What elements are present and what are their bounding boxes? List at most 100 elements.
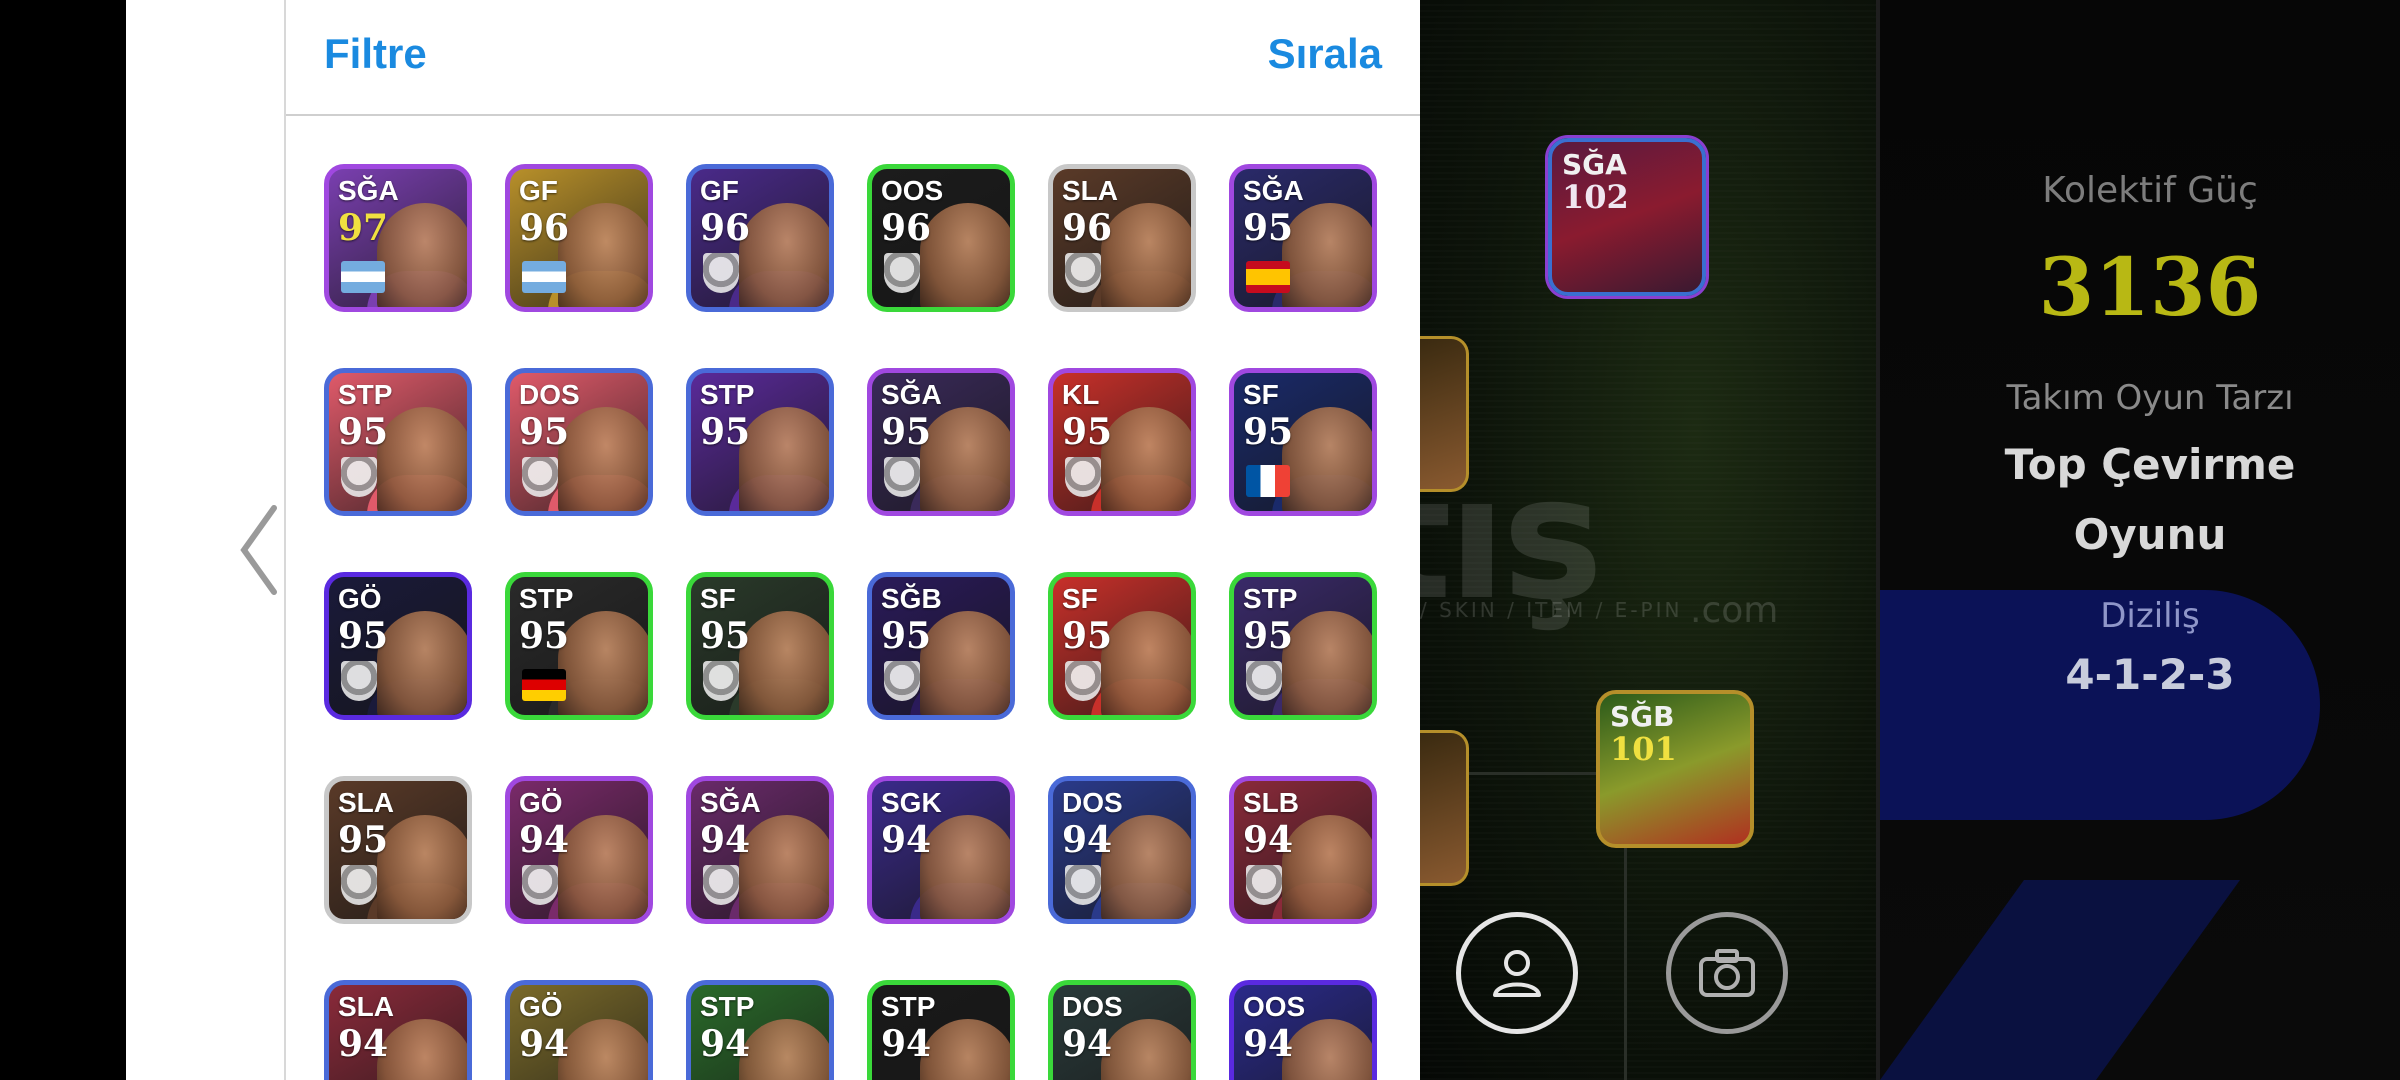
player-card[interactable]: STP 95: [505, 572, 653, 720]
player-rating: 95: [338, 615, 389, 657]
player-portrait: [558, 203, 648, 307]
player-card[interactable]: SF 95: [1229, 368, 1377, 516]
player-portrait: [1101, 203, 1191, 307]
club-crest-icon: [341, 661, 377, 701]
player-rating: 95: [1062, 411, 1113, 453]
player-card-grid: SĞA 97 GF 96 GF 96 OOS 96 SLA 96 SĞA 95 STP 95 DOS 95 ST…: [324, 164, 1394, 1080]
player-portrait: [920, 611, 1010, 715]
player-rating: 94: [519, 819, 570, 861]
player-card[interactable]: SĞA 95: [867, 368, 1015, 516]
player-card[interactable]: GF 96: [686, 164, 834, 312]
player-position: SĞA: [1562, 148, 1627, 181]
player-rating: 95: [519, 615, 570, 657]
formation-value[interactable]: 4-1-2-3: [1880, 650, 2400, 699]
club-crest-icon: [884, 253, 920, 293]
player-position: SGK: [881, 787, 942, 818]
camera-button[interactable]: [1666, 912, 1788, 1034]
player-rating: 95: [338, 819, 389, 861]
player-position: STP: [700, 991, 755, 1022]
player-card[interactable]: STP 95: [324, 368, 472, 516]
player-rating: 96: [700, 207, 751, 249]
field-player-card-partial[interactable]: [1418, 336, 1469, 492]
player-card[interactable]: STP 95: [1229, 572, 1377, 720]
player-position: SĞA: [881, 379, 942, 410]
player-position: SĞA: [1243, 175, 1304, 206]
player-rating: 95: [881, 615, 932, 657]
player-position: SLA: [1062, 175, 1118, 206]
player-position: GF: [700, 175, 739, 206]
chevron-left-icon: [240, 505, 277, 595]
player-portrait: [1101, 815, 1191, 919]
player-card[interactable]: OOS 96: [867, 164, 1015, 312]
player-card[interactable]: GÖ 94: [505, 980, 653, 1080]
player-card[interactable]: SLA 94: [324, 980, 472, 1080]
player-portrait: [1101, 1019, 1191, 1080]
collective-power-label: Kolektif Güç: [2042, 170, 2258, 211]
player-card[interactable]: SĞB 95: [867, 572, 1015, 720]
player-portrait: [377, 611, 467, 715]
player-card[interactable]: STP 94: [867, 980, 1015, 1080]
player-card[interactable]: OOS 94: [1229, 980, 1377, 1080]
player-rating: 94: [881, 1023, 932, 1065]
player-rating: 95: [1243, 411, 1294, 453]
player-rating: 95: [338, 411, 389, 453]
player-rating: 97: [338, 207, 389, 249]
player-card[interactable]: SĞA 94: [686, 776, 834, 924]
flag-argentina-icon: [522, 261, 566, 293]
team-style-value[interactable]: Top Çevirme Oyunu: [1880, 430, 2400, 570]
team-style-value-line: Oyunu: [2073, 510, 2227, 559]
player-position: SĞA: [700, 787, 761, 818]
flag-germany-icon: [522, 669, 566, 701]
player-card[interactable]: DOS 94: [1048, 776, 1196, 924]
player-card[interactable]: SĞA 97: [324, 164, 472, 312]
player-portrait: [377, 1019, 467, 1080]
club-crest-icon: [341, 865, 377, 905]
player-position: KL: [1062, 379, 1100, 410]
player-portrait: [1282, 203, 1372, 307]
player-card[interactable]: STP 95: [686, 368, 834, 516]
player-card[interactable]: STP 94: [686, 980, 834, 1080]
player-card[interactable]: SF 95: [686, 572, 834, 720]
flag-france-icon: [1246, 465, 1290, 497]
field-player-card[interactable]: SĞA 102: [1548, 138, 1706, 296]
filter-button[interactable]: Filtre: [324, 30, 427, 78]
field-player-card[interactable]: SĞB 101: [1596, 690, 1754, 848]
player-rating: 94: [881, 819, 932, 861]
player-portrait: [1282, 1019, 1372, 1080]
player-card[interactable]: SLB 94: [1229, 776, 1377, 924]
player-card[interactable]: SF 95: [1048, 572, 1196, 720]
player-card[interactable]: GÖ 94: [505, 776, 653, 924]
player-position: SĞA: [338, 175, 399, 206]
player-portrait: [1282, 407, 1372, 511]
sort-button[interactable]: Sırala: [1268, 30, 1382, 78]
player-position: SF: [1062, 583, 1098, 614]
player-position: SĞB: [881, 583, 942, 614]
player-card[interactable]: SĞA 95: [1229, 164, 1377, 312]
player-position: SLB: [1243, 787, 1299, 818]
club-crest-icon: [1065, 661, 1101, 701]
player-position: SF: [1243, 379, 1279, 410]
player-profile-button[interactable]: [1456, 912, 1578, 1034]
player-rating: 95: [881, 411, 932, 453]
player-card[interactable]: DOS 95: [505, 368, 653, 516]
club-crest-icon: [703, 253, 739, 293]
previous-page-button[interactable]: [228, 500, 288, 600]
flag-argentina-icon: [341, 261, 385, 293]
player-selection-sheet: Filtre Sırala SĞA 97 GF 96 GF 96 OOS 96 SLA 96 SĞA…: [284, 0, 1420, 1080]
watermark-subtext: / SKIN / ITEM / E-PIN: [1420, 598, 1683, 622]
field-player-card-partial[interactable]: [1418, 730, 1469, 886]
player-card[interactable]: KL 95: [1048, 368, 1196, 516]
player-portrait: [739, 203, 829, 307]
player-card[interactable]: GF 96: [505, 164, 653, 312]
player-card[interactable]: GÖ 95: [324, 572, 472, 720]
player-rating: 95: [1243, 615, 1294, 657]
player-card[interactable]: DOS 94: [1048, 980, 1196, 1080]
club-crest-icon: [703, 661, 739, 701]
player-card[interactable]: SGK 94: [867, 776, 1015, 924]
player-portrait: [558, 815, 648, 919]
player-card[interactable]: SLA 96: [1048, 164, 1196, 312]
player-portrait: [377, 815, 467, 919]
player-card[interactable]: SLA 95: [324, 776, 472, 924]
player-rating: 94: [700, 1023, 751, 1065]
player-position: STP: [338, 379, 393, 410]
